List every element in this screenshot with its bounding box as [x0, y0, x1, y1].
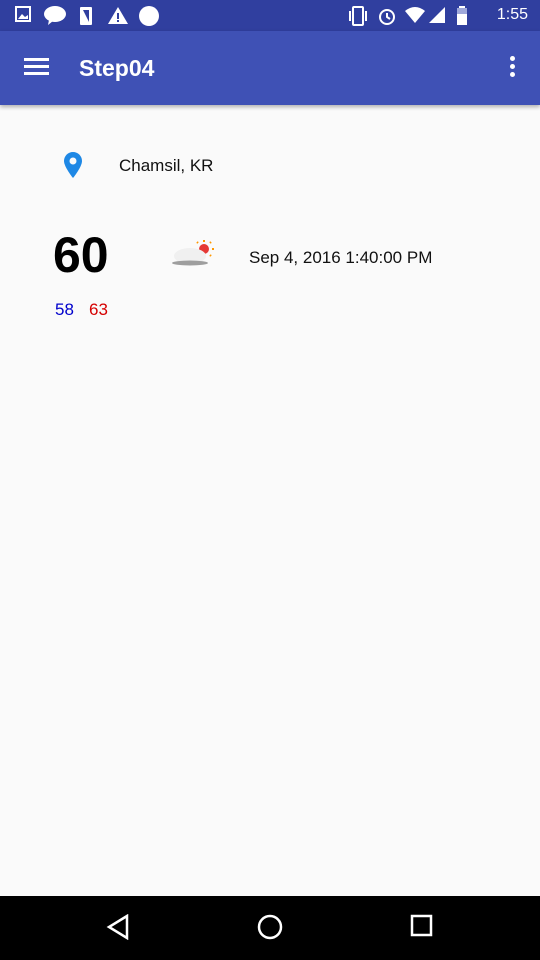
status-bar: 1:55: [0, 0, 540, 31]
location-pin-icon: [64, 152, 82, 178]
alarm-icon: [379, 9, 395, 25]
warning-icon: [108, 7, 128, 24]
sim-icon: [80, 7, 92, 25]
wifi-icon: [405, 7, 425, 23]
forecast-datetime: Sep 4, 2016 1:40:00 PM: [249, 248, 433, 267]
recents-icon[interactable]: [410, 914, 434, 938]
signal-icon: [429, 7, 445, 23]
status-time: 1:55: [496, 6, 528, 23]
circle-icon: [139, 6, 159, 26]
vibrate-icon: [349, 6, 367, 26]
page-title: Step04: [79, 55, 155, 81]
high-temperature: 63: [89, 300, 108, 319]
talk-icon: [44, 6, 66, 25]
location-label: Chamsil, KR: [119, 156, 214, 175]
image-icon: [15, 6, 31, 22]
home-icon[interactable]: [257, 914, 283, 940]
navigation-bar: [0, 896, 540, 960]
back-icon[interactable]: [106, 914, 130, 940]
app-bar: Step04: [0, 31, 540, 105]
partly-cloudy-icon: [172, 240, 214, 266]
more-options-icon[interactable]: [510, 56, 516, 80]
current-temperature: 60: [53, 227, 109, 283]
menu-icon[interactable]: [24, 58, 49, 76]
low-temperature: 58: [55, 300, 74, 319]
battery-icon: [457, 6, 467, 25]
